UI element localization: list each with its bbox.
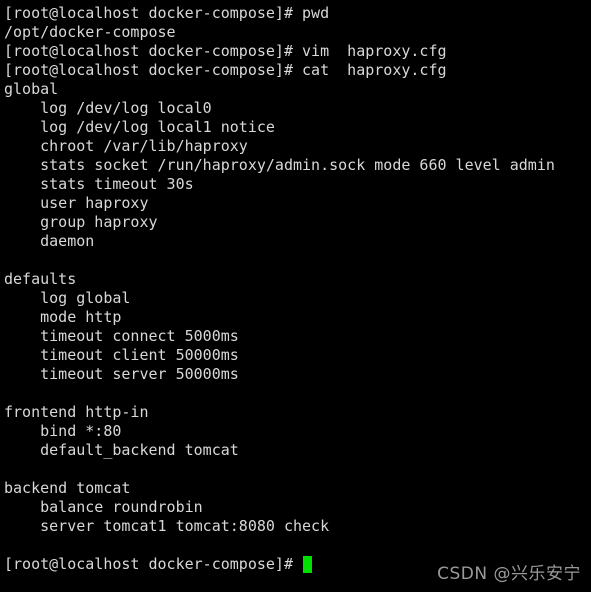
terminal-line: mode http [4,308,122,326]
shell-prompt: [root@localhost docker-compose]# [4,555,303,573]
terminal-line: log /dev/log local1 notice [4,118,275,136]
terminal-line: frontend http-in [4,403,149,421]
terminal-line: log global [4,289,131,307]
terminal-line: timeout server 50000ms [4,365,239,383]
terminal-line: daemon [4,232,95,250]
terminal-line: defaults [4,270,77,288]
terminal-line: balance roundrobin [4,498,203,516]
terminal-line: chroot /var/lib/haproxy [4,137,248,155]
terminal-output: [root@localhost docker-compose]# pwd/opt… [4,4,591,555]
terminal-line: [root@localhost docker-compose]# cat hap… [4,61,447,79]
terminal-line: stats socket /run/haproxy/admin.sock mod… [4,156,555,174]
terminal-line: server tomcat1 tomcat:8080 check [4,517,330,535]
terminal-line: log /dev/log local0 [4,99,212,117]
text-cursor [303,556,313,573]
terminal-line: group haproxy [4,213,158,231]
terminal-line: stats timeout 30s [4,175,194,193]
terminal-line: /opt/docker-compose [4,23,176,41]
terminal-line: default_backend tomcat [4,441,239,459]
terminal-line: backend tomcat [4,479,131,497]
terminal-line: global [4,80,59,98]
terminal-line: [root@localhost docker-compose]# vim hap… [4,42,447,60]
terminal-line: bind *:80 [4,422,122,440]
terminal-line: [root@localhost docker-compose]# pwd [4,4,330,22]
terminal-line: timeout connect 5000ms [4,327,239,345]
csdn-watermark: CSDN @兴乐安宁 [437,564,581,584]
terminal-window[interactable]: [root@localhost docker-compose]# pwd/opt… [0,0,591,592]
terminal-line: user haproxy [4,194,149,212]
terminal-line: timeout client 50000ms [4,346,239,364]
